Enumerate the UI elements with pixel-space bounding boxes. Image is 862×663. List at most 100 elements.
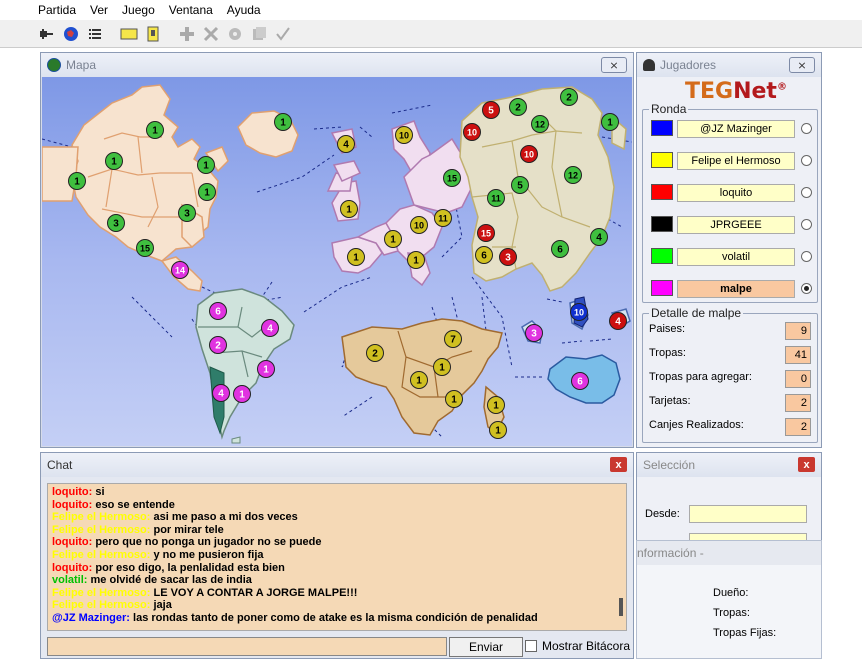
army-marker[interactable]: 1 — [197, 156, 215, 174]
army-marker[interactable]: 3 — [499, 248, 517, 266]
army-marker[interactable]: 12 — [564, 166, 582, 184]
army-marker[interactable]: 2 — [366, 344, 384, 362]
regroup-icon[interactable] — [224, 23, 246, 45]
army-count: 10 — [399, 131, 409, 141]
army-marker[interactable]: 1 — [487, 396, 505, 414]
army-marker[interactable]: 6 — [551, 240, 569, 258]
player-row[interactable]: volatil — [651, 246, 812, 268]
army-count: 3 — [184, 209, 190, 220]
player-radio[interactable] — [801, 155, 812, 166]
player-radio[interactable] — [801, 123, 812, 134]
send-button[interactable]: Enviar — [449, 637, 523, 657]
player-radio[interactable] — [801, 219, 812, 230]
detail-row: Tropas para agregar: 0 — [649, 368, 811, 390]
army-marker[interactable]: 4 — [337, 135, 355, 153]
army-marker[interactable]: 3 — [178, 204, 196, 222]
chat-scrollbar[interactable] — [614, 486, 624, 626]
army-marker[interactable]: 5 — [511, 176, 529, 194]
army-count: 4 — [343, 140, 349, 151]
army-marker[interactable]: 10 — [520, 145, 538, 163]
army-marker[interactable]: 1 — [233, 385, 251, 403]
army-marker[interactable]: 2 — [209, 336, 227, 354]
army-marker[interactable]: 7 — [444, 330, 462, 348]
army-marker[interactable]: 14 — [171, 261, 189, 279]
army-marker[interactable]: 1 — [489, 421, 507, 439]
army-marker[interactable]: 4 — [212, 384, 230, 402]
army-marker[interactable]: 1 — [340, 200, 358, 218]
army-count: 1 — [607, 118, 613, 129]
world-map[interactable]: 11111331511464214 141011151110115 22110121… — [42, 77, 632, 446]
connect-icon[interactable] — [36, 23, 58, 45]
army-count: 3 — [531, 329, 537, 340]
menu-partida[interactable]: Partida — [38, 3, 76, 17]
checkbox-box[interactable] — [525, 640, 537, 652]
player-row[interactable]: malpe — [651, 278, 812, 300]
chat-input[interactable] — [47, 637, 447, 656]
army-marker[interactable]: 1 — [407, 251, 425, 269]
army-marker[interactable]: 15 — [443, 169, 461, 187]
army-marker[interactable]: 3 — [525, 324, 543, 342]
flag-icon[interactable] — [142, 23, 164, 45]
army-marker[interactable]: 1 — [410, 371, 428, 389]
player-row[interactable]: loquito — [651, 182, 812, 204]
list-icon[interactable] — [84, 23, 106, 45]
army-marker[interactable]: 1 — [274, 113, 292, 131]
army-marker[interactable]: 6 — [571, 372, 589, 390]
army-count: 5 — [517, 181, 523, 192]
chat-window: Chat x loquito: si loquito: eso se entend… — [40, 452, 634, 659]
army-marker[interactable]: 15 — [477, 224, 495, 242]
army-marker[interactable]: 3 — [107, 214, 125, 232]
player-radio[interactable] — [801, 187, 812, 198]
map-close-button[interactable]: ⨯ — [601, 57, 627, 73]
cards-icon[interactable] — [248, 23, 270, 45]
show-log-checkbox[interactable]: Mostrar Bitácora — [525, 639, 630, 653]
add-icon[interactable] — [176, 23, 198, 45]
army-marker[interactable]: 2 — [509, 98, 527, 116]
menu-ayuda[interactable]: Ayuda — [227, 3, 261, 17]
menu-juego[interactable]: Juego — [122, 3, 155, 17]
army-marker[interactable]: 4 — [261, 319, 279, 337]
menu-ver[interactable]: Ver — [90, 3, 108, 17]
players-close-button[interactable]: ⨯ — [789, 57, 815, 73]
globe-icon[interactable] — [60, 23, 82, 45]
army-marker[interactable]: 6 — [209, 302, 227, 320]
army-marker[interactable]: 10 — [463, 123, 481, 141]
army-marker[interactable]: 1 — [445, 390, 463, 408]
player-row[interactable]: @JZ Mazinger — [651, 118, 812, 140]
army-marker[interactable]: 12 — [531, 115, 549, 133]
army-marker[interactable]: 1 — [146, 121, 164, 139]
player-radio[interactable] — [801, 251, 812, 262]
player-row[interactable]: JPRGEEE — [651, 214, 812, 236]
chat-close-button[interactable]: x — [610, 457, 627, 472]
army-marker[interactable]: 1 — [257, 360, 275, 378]
army-marker[interactable]: 2 — [560, 88, 578, 106]
army-marker[interactable]: 15 — [136, 239, 154, 257]
round-group: Ronda @JZ Mazinger Felipe el Hermoso loqui… — [642, 102, 818, 303]
army-marker[interactable]: 1 — [198, 183, 216, 201]
army-marker[interactable]: 1 — [601, 113, 619, 131]
from-field[interactable] — [689, 505, 807, 523]
check-icon[interactable] — [272, 23, 294, 45]
army-marker[interactable]: 5 — [482, 101, 500, 119]
card-icon[interactable] — [118, 23, 140, 45]
army-marker[interactable]: 1 — [347, 248, 365, 266]
chat-author: Felipe el Hermoso: — [52, 523, 151, 536]
player-radio[interactable] — [801, 283, 812, 294]
player-row[interactable]: Felipe el Hermoso — [651, 150, 812, 172]
army-marker[interactable]: 11 — [487, 189, 505, 207]
army-marker[interactable]: 1 — [105, 152, 123, 170]
army-marker[interactable]: 4 — [609, 312, 627, 330]
army-marker[interactable]: 6 — [475, 246, 493, 264]
attack-icon[interactable] — [200, 23, 222, 45]
menu-ventana[interactable]: Ventana — [169, 3, 213, 17]
chat-log[interactable]: loquito: si loquito: eso se entende Felipe… — [47, 483, 627, 631]
army-marker[interactable]: 1 — [384, 230, 402, 248]
army-marker[interactable]: 10 — [410, 216, 428, 234]
army-marker[interactable]: 1 — [433, 358, 451, 376]
army-marker[interactable]: 11 — [434, 209, 452, 227]
army-marker[interactable]: 4 — [590, 228, 608, 246]
selection-close-button[interactable]: x — [798, 457, 815, 472]
army-marker[interactable]: 10 — [570, 303, 588, 321]
army-marker[interactable]: 1 — [68, 172, 86, 190]
army-marker[interactable]: 10 — [395, 126, 413, 144]
